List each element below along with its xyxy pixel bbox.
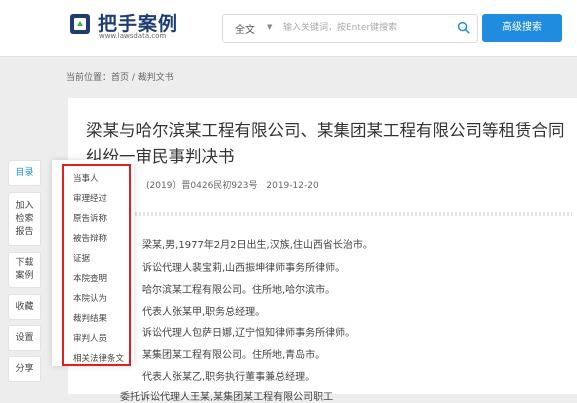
- logo-icon[interactable]: [68, 12, 92, 36]
- toc-item-related-laws[interactable]: 相关法律条文: [73, 352, 124, 364]
- sidebar-item-download[interactable]: 下载案例: [8, 252, 41, 288]
- party-paragraph: 委托诉讼代理人王某,某集团某工程有限公司职工: [120, 392, 334, 403]
- party-paragraph: 某集团某工程有限公司。住所地,青岛市。: [142, 350, 326, 361]
- party-paragraph: 梁某,男,1977年2月2日出生,汉族,住山西省长治市。: [142, 240, 373, 251]
- party-paragraph: 诉讼代理人裴宝莉,山西振坤律师事务所律师。: [142, 263, 346, 274]
- document-meta: (2019）晋0426民初923号 2019-12-20: [146, 178, 319, 191]
- toc-item-evidence[interactable]: 证据: [73, 252, 90, 264]
- party-paragraph: 代表人张某甲,职务总经理。: [142, 307, 266, 318]
- toc-item-judges[interactable]: 审判人员: [73, 332, 107, 344]
- search-input[interactable]: [283, 20, 443, 36]
- sidebar-item-share[interactable]: 分享: [8, 356, 41, 382]
- search-scope-select[interactable]: 全文: [235, 21, 255, 36]
- sidebar-item-add-report[interactable]: 加入检索报告: [8, 192, 41, 246]
- advanced-search-button[interactable]: 高级搜索: [482, 14, 562, 42]
- judgment-date: 2019-12-20: [266, 181, 319, 191]
- document-title: 梁某与哈尔滨某工程有限公司、某集团某工程有限公司等租赁合同纠纷一审民事判决书: [86, 121, 565, 166]
- party-paragraph: 哈尔滨某工程有限公司。住所地,哈尔滨市。: [142, 285, 336, 296]
- sidebar-item-toc[interactable]: 目录: [8, 160, 41, 186]
- toc-item-court-opinion[interactable]: 本院认为: [73, 292, 107, 304]
- chevron-down-icon[interactable]: ▼: [267, 23, 272, 31]
- search-icon[interactable]: [457, 21, 470, 34]
- breadcrumb: 当前位置：首页 / 裁判文书: [66, 73, 174, 83]
- toc-item-judgment-result[interactable]: 裁判结果: [73, 312, 107, 324]
- toc-item-plaintiff-claims[interactable]: 原告诉称: [73, 212, 107, 224]
- top-header: 把手案例 www.lawsdata.com 全文 ▼ 高级搜索: [0, 0, 577, 57]
- toc-item-trial-process[interactable]: 审理经过: [73, 192, 107, 204]
- divider: [135, 212, 572, 216]
- sidebar-item-settings[interactable]: 设置: [8, 325, 41, 351]
- sidebar-item-favorite[interactable]: 收藏: [8, 294, 41, 320]
- toc-item-defendant-defense[interactable]: 被告辩称: [73, 232, 107, 244]
- toc-item-court-findings[interactable]: 本院查明: [73, 272, 107, 284]
- party-paragraph: 代表人张某乙,职务执行董事兼总经理。: [142, 372, 316, 383]
- toc-item-parties[interactable]: 当事人: [73, 172, 99, 184]
- logo-url: www.lawsdata.com: [99, 32, 167, 40]
- search-bar: 全文 ▼: [222, 14, 478, 43]
- party-paragraph: 诉讼代理人包萨日娜,辽宁恒知律师事务所律师。: [142, 328, 356, 339]
- case-number: (2019）晋0426民初923号: [146, 181, 258, 191]
